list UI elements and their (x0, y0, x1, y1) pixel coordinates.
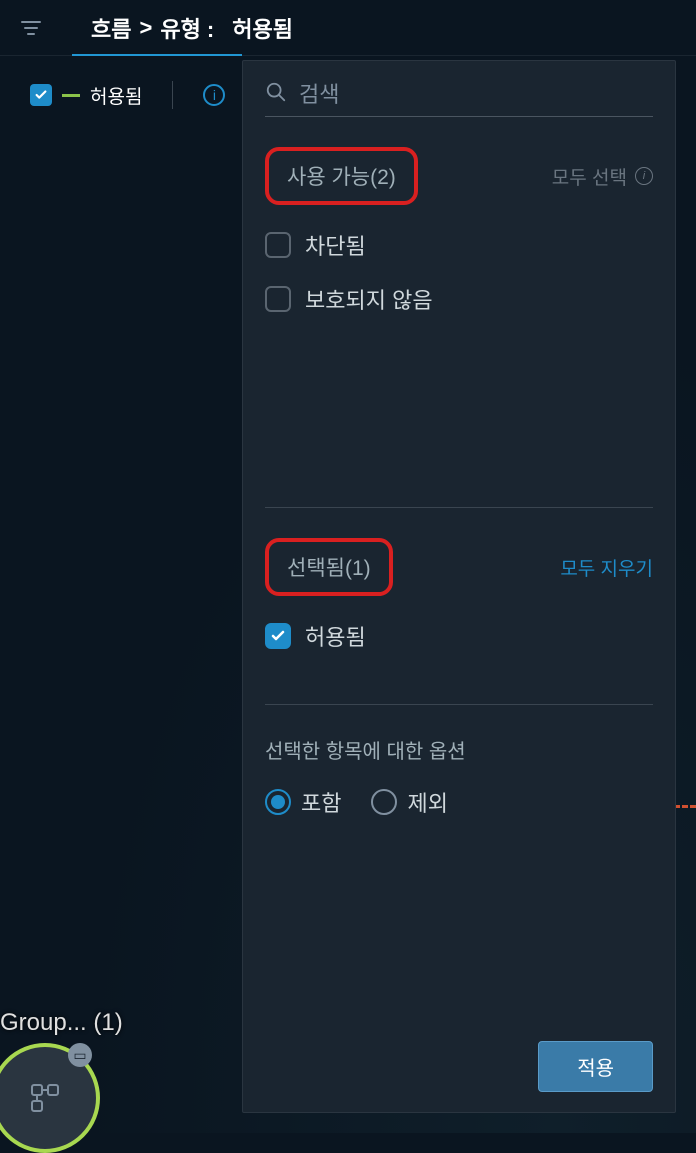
graph-node[interactable]: ▭ (0, 1043, 100, 1153)
node-group-icon (28, 1081, 62, 1115)
breadcrumb-flow: 흐름 (91, 12, 131, 44)
option-label: 차단됨 (305, 229, 366, 261)
search-input[interactable] (299, 82, 653, 108)
chip-color-indicator (62, 94, 80, 97)
clear-all-action[interactable]: 모두 지우기 (560, 554, 653, 581)
breadcrumb[interactable]: 흐름 > 유형 : 허용됨 (62, 12, 293, 44)
chip-divider (172, 81, 173, 109)
option-unprotected[interactable]: 보호되지 않음 (265, 283, 653, 315)
graph-group-label: Group... (1) (0, 1009, 123, 1037)
selected-option-allowed[interactable]: 허용됨 (265, 620, 653, 652)
clear-all-label: 모두 지우기 (560, 554, 653, 581)
selected-options-title: 선택한 항목에 대한 옵션 (265, 735, 653, 764)
top-bar: 흐름 > 유형 : 허용됨 (0, 0, 696, 56)
radio-include[interactable]: 포함 (265, 786, 341, 818)
info-icon[interactable]: i (203, 84, 225, 106)
checkbox-unchecked[interactable] (265, 232, 291, 258)
select-all-action[interactable]: 모두 선택 i (552, 163, 653, 190)
search-row (265, 81, 653, 117)
option-blocked[interactable]: 차단됨 (265, 229, 653, 261)
checkbox-checked[interactable] (265, 623, 291, 649)
node-badge-icon: ▭ (68, 1043, 92, 1067)
option-label: 허용됨 (305, 620, 366, 652)
radio-selected[interactable] (265, 789, 291, 815)
available-count-label: 사용 가능(2) (265, 147, 418, 205)
breadcrumb-type-label: 유형 : (160, 12, 214, 44)
breadcrumb-value: 허용됨 (232, 12, 293, 44)
breadcrumb-separator: > (139, 15, 152, 41)
divider (265, 507, 653, 508)
info-icon[interactable]: i (635, 167, 653, 185)
radio-exclude[interactable]: 제외 (371, 786, 447, 818)
radio-group-include-exclude: 포함 제외 (265, 786, 653, 818)
selected-count-label: 선택됨(1) (265, 538, 393, 596)
breadcrumb-underline (72, 54, 242, 56)
checkbox-unchecked[interactable] (265, 286, 291, 312)
divider (265, 704, 653, 705)
select-all-label: 모두 선택 (552, 163, 627, 190)
option-label: 보호되지 않음 (305, 283, 433, 315)
search-icon (265, 81, 287, 108)
filter-icon[interactable] (20, 19, 42, 37)
chip-label: 허용됨 (90, 82, 142, 109)
radio-label: 포함 (301, 786, 341, 818)
radio-unselected[interactable] (371, 789, 397, 815)
filter-dropdown-panel: 사용 가능(2) 모두 선택 i 차단됨 보호되지 않음 선택됨(1) 모두 지… (242, 60, 676, 1113)
radio-label: 제외 (407, 786, 447, 818)
apply-row: 적용 (265, 1041, 653, 1092)
available-header: 사용 가능(2) 모두 선택 i (265, 147, 653, 205)
apply-button[interactable]: 적용 (538, 1041, 653, 1092)
filter-chip-allowed[interactable]: 허용됨 (30, 82, 142, 109)
chip-checkbox[interactable] (30, 84, 52, 106)
selected-header: 선택됨(1) 모두 지우기 (265, 538, 653, 596)
